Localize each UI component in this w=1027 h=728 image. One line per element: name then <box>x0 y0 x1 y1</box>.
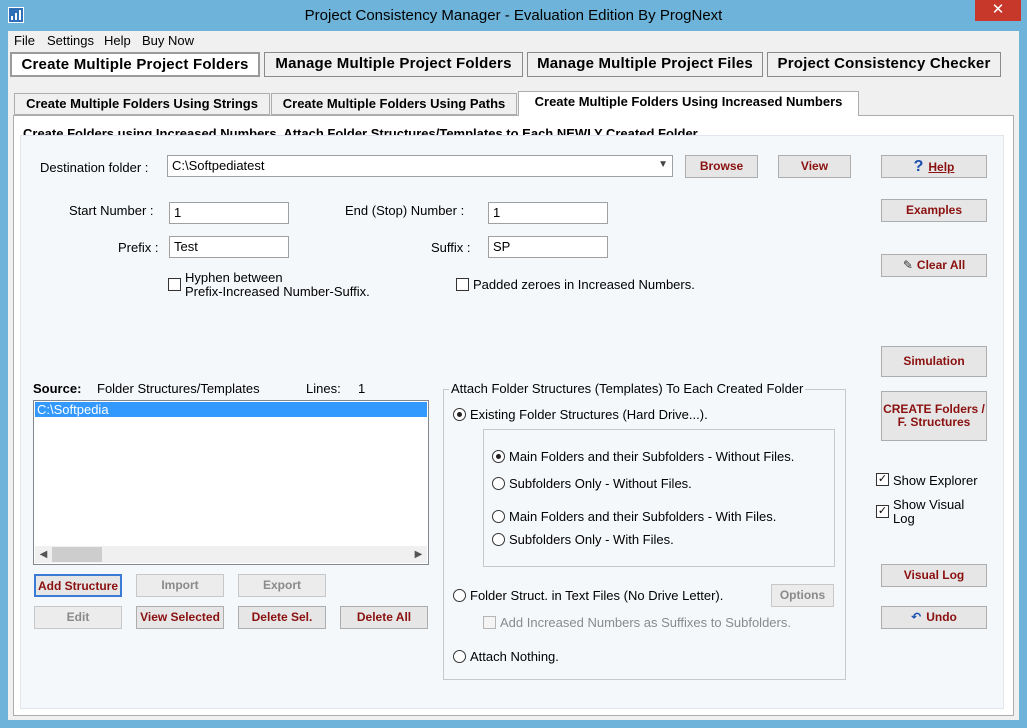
add-suffix-checkbox[interactable] <box>483 616 496 629</box>
text-files-label: Folder Struct. in Text Files (No Drive L… <box>470 588 724 603</box>
lines-value: 1 <box>358 381 366 396</box>
menu-file[interactable]: File <box>14 33 35 48</box>
padded-zeroes-label: Padded zeroes in Increased Numbers. <box>473 277 695 292</box>
tab-manage-multiple-project-files[interactable]: Manage Multiple Project Files <box>527 52 763 77</box>
add-suffix-label: Add Increased Numbers as Suffixes to Sub… <box>500 615 791 630</box>
undo-icon: ↶ <box>911 610 922 624</box>
prefix-input[interactable]: Test <box>169 236 289 258</box>
start-number-input[interactable]: 1 <box>169 202 289 224</box>
tab-create-multiple-project-folders[interactable]: Create Multiple Project Folders <box>10 52 260 77</box>
attach-nothing-label: Attach Nothing. <box>470 649 559 664</box>
sub-without-files-label: Subfolders Only - Without Files. <box>509 476 692 491</box>
edit-button[interactable]: Edit <box>34 606 122 629</box>
title-bar: Project Consistency Manager - Evaluation… <box>0 0 1027 31</box>
question-icon: ? <box>913 158 924 175</box>
list-item[interactable]: C:\Softpedia <box>35 402 427 417</box>
sub-with-files-label: Subfolders Only - With Files. <box>509 532 674 547</box>
window-title: Project Consistency Manager - Evaluation… <box>304 7 723 24</box>
client-area: File Settings Help Buy Now Create Multip… <box>8 31 1019 720</box>
main-without-files-radio[interactable] <box>492 450 505 463</box>
attach-nothing-radio[interactable] <box>453 650 466 663</box>
view-selected-button[interactable]: View Selected <box>136 606 224 629</box>
source-label: Source: <box>33 381 82 396</box>
start-number-label: Start Number : <box>69 203 154 218</box>
show-visual-log-label-line2: Log <box>893 511 915 526</box>
sub-without-files-radio[interactable] <box>492 477 505 490</box>
close-icon[interactable]: ✕ <box>975 0 1021 21</box>
add-structure-button[interactable]: Add Structure <box>34 574 122 597</box>
destination-combo[interactable]: C:\Softpediatest ▼ <box>167 155 673 177</box>
subtab-using-increased-numbers[interactable]: Create Multiple Folders Using Increased … <box>518 91 859 116</box>
horizontal-scrollbar[interactable]: ◀ ▶ <box>35 546 427 563</box>
menu-buy-now[interactable]: Buy Now <box>142 33 194 48</box>
view-button[interactable]: View <box>778 155 851 178</box>
suffix-input[interactable]: SP <box>488 236 608 258</box>
destination-label: Destination folder : <box>40 160 149 175</box>
import-button[interactable]: Import <box>136 574 224 597</box>
scroll-left-icon[interactable]: ◀ <box>35 546 52 563</box>
hyphen-checkbox[interactable] <box>168 278 181 291</box>
main-with-files-radio[interactable] <box>492 510 505 523</box>
end-number-input[interactable]: 1 <box>488 202 608 224</box>
clear-all-button[interactable]: ✎ Clear All <box>881 254 987 277</box>
padded-zeroes-checkbox[interactable] <box>456 278 469 291</box>
source-type: Folder Structures/Templates <box>97 381 260 396</box>
help-button[interactable]: ? Help <box>881 155 987 178</box>
main-with-files-label: Main Folders and their Subfolders - With… <box>509 509 777 524</box>
menu-bar: File Settings Help Buy Now <box>8 31 1019 50</box>
options-button[interactable]: Options <box>771 584 834 607</box>
show-visual-log-label-line1: Show Visual <box>893 497 965 512</box>
source-list[interactable]: C:\Softpedia ◀ ▶ <box>33 400 429 565</box>
app-window: Project Consistency Manager - Evaluation… <box>0 0 1027 728</box>
lines-label: Lines: <box>306 381 341 396</box>
subtab-using-strings[interactable]: Create Multiple Folders Using Strings <box>14 93 270 115</box>
undo-button[interactable]: ↶ Undo <box>881 606 987 629</box>
end-number-label: End (Stop) Number : <box>345 203 465 218</box>
eraser-icon: ✎ <box>902 258 913 272</box>
browse-button[interactable]: Browse <box>685 155 758 178</box>
export-button[interactable]: Export <box>238 574 326 597</box>
suffix-label: Suffix : <box>431 240 471 255</box>
create-folders-button[interactable]: CREATE Folders / F. Structures <box>881 391 987 441</box>
destination-value: C:\Softpediatest <box>172 158 265 173</box>
main-without-files-label: Main Folders and their Subfolders - With… <box>509 449 795 464</box>
chevron-down-icon[interactable]: ▼ <box>658 159 668 170</box>
scroll-right-icon[interactable]: ▶ <box>410 546 427 563</box>
subtab-using-paths[interactable]: Create Multiple Folders Using Paths <box>271 93 517 115</box>
text-files-radio[interactable] <box>453 589 466 602</box>
scroll-thumb[interactable] <box>52 547 102 562</box>
existing-structures-label: Existing Folder Structures (Hard Drive..… <box>470 407 708 422</box>
show-explorer-checkbox[interactable]: ✓ <box>876 473 889 486</box>
tab-manage-multiple-project-folders[interactable]: Manage Multiple Project Folders <box>264 52 523 77</box>
sub-with-files-radio[interactable] <box>492 533 505 546</box>
tab-project-consistency-checker[interactable]: Project Consistency Checker <box>767 52 1001 77</box>
visual-log-button[interactable]: Visual Log <box>881 564 987 587</box>
menu-help[interactable]: Help <box>104 33 131 48</box>
examples-button[interactable]: Examples <box>881 199 987 222</box>
delete-all-button[interactable]: Delete All <box>340 606 428 629</box>
delete-selected-button[interactable]: Delete Sel. <box>238 606 326 629</box>
menu-settings[interactable]: Settings <box>47 33 94 48</box>
hyphen-label-line2: Prefix-Increased Number-Suffix. <box>185 284 370 299</box>
existing-structures-radio[interactable] <box>453 408 466 421</box>
attach-title: Attach Folder Structures (Templates) To … <box>449 381 806 396</box>
prefix-label: Prefix : <box>118 240 159 255</box>
show-visual-log-checkbox[interactable]: ✓ <box>876 505 889 518</box>
hyphen-label-line1: Hyphen between <box>185 270 283 285</box>
show-explorer-label: Show Explorer <box>893 473 978 488</box>
simulation-button[interactable]: Simulation <box>881 346 987 377</box>
